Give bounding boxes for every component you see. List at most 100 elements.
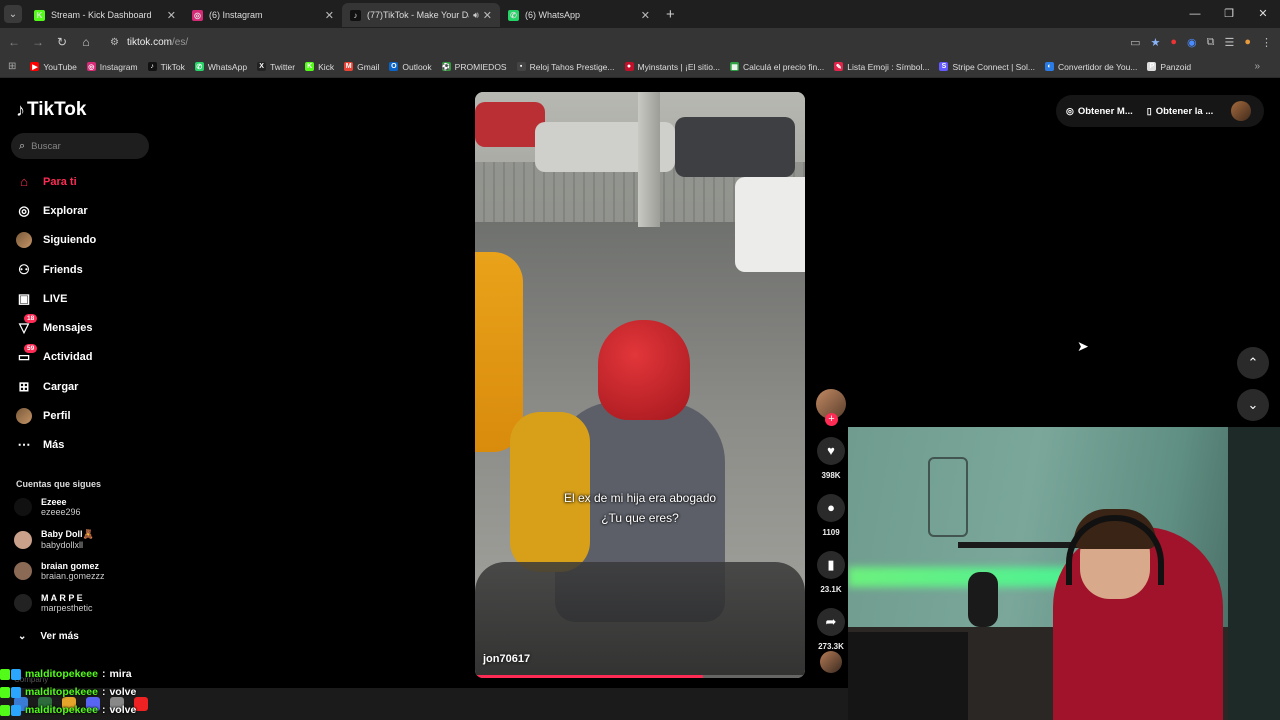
close-tab-icon[interactable]: ✕	[641, 9, 650, 22]
new-tab-button[interactable]: +	[666, 6, 675, 23]
comment-icon[interactable]: ●	[817, 494, 845, 522]
sidebar-item-messages[interactable]: ▽ 18 Mensajes	[16, 313, 156, 342]
sidebar-item-home[interactable]: ⌂ Para ti	[16, 167, 156, 196]
sidebar-item-following-avatar[interactable]: Siguiendo	[16, 226, 156, 255]
followed-account[interactable]: Baby Doll🧸 babydollxll	[14, 529, 94, 550]
bookmark-item[interactable]: O Outlook	[389, 62, 432, 72]
close-tab-icon[interactable]: ✕	[325, 9, 334, 22]
tiktok-logo[interactable]: ♪ TikTok	[16, 99, 86, 121]
search-box[interactable]: ⌕	[11, 133, 149, 159]
upload-icon: ⊞	[18, 378, 30, 394]
bookmark-item[interactable]: ◐ Convertidor de You...	[1045, 62, 1137, 72]
bookmark-favicon-icon: X	[257, 62, 267, 71]
bookmark-item[interactable]: X Twitter	[257, 62, 295, 72]
bookmark-item[interactable]: ▶ YouTube	[30, 61, 77, 72]
browser-tab[interactable]: ◎ (6) Instagram ✕	[184, 3, 342, 27]
video-progress-bar[interactable]	[475, 675, 805, 678]
forward-icon[interactable]: →	[26, 35, 50, 49]
bookmark-label: PROMIEDOS	[454, 61, 507, 72]
bookmark-item[interactable]: P Panzoid	[1147, 62, 1191, 72]
bookmark-item[interactable]: M Gmail	[344, 62, 379, 72]
chat-message: malditopekeee : volve	[0, 701, 400, 719]
sidebar-item-upload[interactable]: ⊞ Cargar	[16, 372, 156, 401]
music-disc-avatar[interactable]	[820, 651, 842, 673]
speaker-icon[interactable]: 🔊︎	[473, 10, 479, 21]
bookmarks-overflow-icon[interactable]: »	[1254, 61, 1260, 72]
bookmark-label: Instagram	[99, 61, 138, 72]
sidebar-item-live[interactable]: ▣ LIVE	[16, 284, 156, 313]
bookmark-item[interactable]: ✆ WhatsApp	[194, 62, 247, 72]
video-username[interactable]: jon70617	[483, 653, 530, 665]
cast-icon[interactable]: ▭	[1130, 36, 1140, 49]
browser-tab[interactable]: ♪ (77)TikTok - Make Your Day 🔊︎ ✕	[342, 3, 500, 27]
sidebar-item-activity[interactable]: ▭ 59 Actividad	[16, 343, 156, 372]
reload-icon[interactable]: ↻	[50, 35, 74, 49]
previous-video-button[interactable]: ⌃	[1237, 347, 1269, 379]
bookmark-item[interactable]: ⚽ PROMIEDOS	[441, 61, 507, 72]
bookmark-star-icon[interactable]: ★	[1150, 36, 1160, 49]
sidebar-item-profile-avatar[interactable]: Perfil	[16, 401, 156, 430]
bookmark-item[interactable]: ▪ Reloj Tahos Prestige...	[516, 62, 615, 72]
search-input[interactable]	[31, 140, 132, 152]
bookmark-favicon-icon: O	[389, 62, 399, 71]
get-coins-button[interactable]: ◎ Obtener M...	[1066, 106, 1133, 117]
back-icon[interactable]: ←	[2, 35, 26, 49]
followed-account[interactable]: Ezeee ezeee296	[14, 497, 81, 517]
extensions-icon[interactable]: ⧉	[1207, 36, 1215, 49]
save-action[interactable]: ▮ 23.1K	[814, 551, 848, 594]
get-app-button[interactable]: ▯ Obtener la ...	[1147, 106, 1214, 117]
bookmark-item[interactable]: K Kick	[305, 62, 334, 72]
sidebar-item-more[interactable]: ⋯ Más	[16, 431, 156, 460]
maximize-button[interactable]: ❐	[1212, 0, 1246, 28]
follow-plus-icon[interactable]: +	[825, 413, 838, 426]
comment-action[interactable]: ● 1109	[814, 494, 848, 537]
home-button-icon[interactable]: ⌂	[74, 35, 98, 49]
url-field[interactable]: ⚙ tiktok.com/es/	[104, 31, 1064, 53]
tab-title: Stream - Kick Dashboard	[51, 10, 152, 20]
apps-grid-icon[interactable]: ⊞	[8, 61, 16, 72]
followed-account[interactable]: braian gomez braian.gomezzz	[14, 561, 105, 581]
bookmark-favicon-icon: S	[939, 62, 949, 71]
chat-badge-icon	[0, 704, 22, 716]
see-more-button[interactable]: ⌄ Ver más	[18, 631, 79, 642]
close-window-button[interactable]: ✕	[1246, 0, 1280, 28]
share-action[interactable]: ➦ 273.3K	[814, 608, 848, 651]
close-tab-icon[interactable]: ✕	[167, 9, 176, 22]
minimize-button[interactable]: —	[1178, 0, 1212, 28]
bookmark-item[interactable]: ▦ Calculá el precio fin...	[730, 62, 824, 72]
extension-record-icon[interactable]: ●	[1170, 36, 1177, 48]
heart-icon[interactable]: ♥	[817, 437, 845, 465]
browser-menu-icon[interactable]: ⋮	[1261, 36, 1272, 49]
bookmark-label: YouTube	[43, 61, 77, 72]
like-action[interactable]: ♥ 398K	[814, 437, 848, 480]
creator-avatar[interactable]: +	[816, 389, 846, 426]
sidebar-item-friends[interactable]: ⚇ Friends	[16, 255, 156, 284]
followed-account[interactable]: M A R P E marpesthetic	[14, 593, 93, 613]
close-tab-icon[interactable]: ✕	[483, 9, 492, 22]
bookmark-item[interactable]: ✎ Lista Emoji : Símbol...	[834, 62, 929, 72]
bookmark-label: Convertidor de You...	[1058, 61, 1138, 72]
tab-search-button[interactable]: ⌄	[4, 5, 22, 23]
account-avatar	[14, 562, 32, 580]
sidebar-item-compass[interactable]: ◎ Explorar	[16, 196, 156, 225]
browser-tab[interactable]: ✆ (6) WhatsApp ✕	[500, 3, 658, 27]
profile-icon[interactable]: ●	[1244, 36, 1251, 48]
video-frame-helmet	[598, 320, 690, 420]
bookmark-item[interactable]: ● Myinstants | ¡El sitio...	[624, 62, 720, 72]
extension-audio-icon[interactable]: ◉	[1187, 36, 1197, 49]
site-info-icon[interactable]: ⚙	[110, 37, 119, 48]
sidebar-item-label: Actividad	[43, 351, 93, 364]
coin-icon: ◎	[1066, 105, 1074, 116]
bookmark-item[interactable]: ♪ TikTok	[147, 62, 185, 72]
video-player[interactable]: El ex de mi hija era abogado ¿Tu que ere…	[475, 92, 805, 678]
browser-tab[interactable]: K Stream - Kick Dashboard ✕	[26, 3, 184, 27]
bookmark-item[interactable]: ◎ Instagram	[86, 61, 138, 72]
account-avatar	[14, 498, 32, 516]
share-icon[interactable]: ➦	[817, 608, 845, 636]
bookmark-item[interactable]: S Stripe Connect | Sol...	[939, 62, 1035, 72]
user-avatar[interactable]	[1231, 101, 1252, 121]
chat-separator: :	[101, 686, 106, 698]
next-video-button[interactable]: ⌄	[1237, 389, 1269, 421]
bookmark-icon[interactable]: ▮	[817, 551, 845, 579]
reading-list-icon[interactable]: ☰	[1224, 36, 1234, 49]
